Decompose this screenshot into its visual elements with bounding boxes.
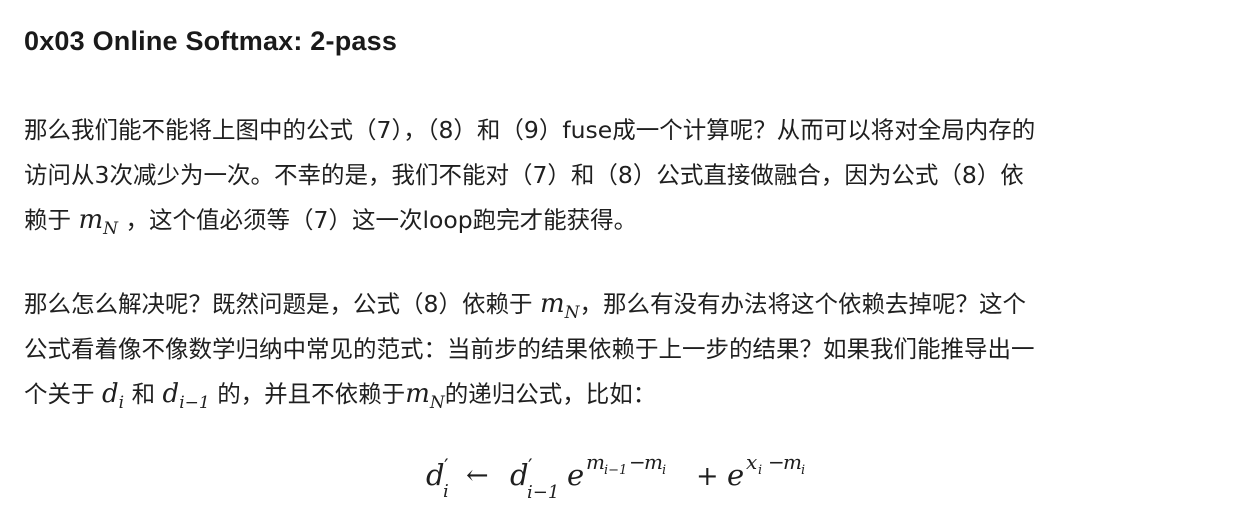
formula-lhs-prime: ′ bbox=[444, 454, 449, 478]
math-var: d bbox=[101, 379, 119, 409]
math-m-n: mN bbox=[539, 289, 580, 322]
formula-lhs-var: d bbox=[426, 458, 445, 492]
math-m-n: mN bbox=[78, 205, 118, 238]
paragraph-2-line-1: 那么怎么解决呢？既然问题是，公式（8）依赖于 mN，那么有没有办法将这个依赖去掉… bbox=[24, 282, 1239, 327]
math-var: m bbox=[405, 379, 430, 409]
recursive-formula: d ′ i ← d ′ i−1 e m i−1 − m i + e x i − … bbox=[24, 440, 1239, 520]
text-segment: 的，并且不依赖于 bbox=[217, 380, 406, 408]
text-segment: ，那么有没有办法将这个依赖去掉呢？这个 bbox=[579, 290, 1026, 318]
math-sub: N bbox=[564, 303, 580, 323]
math-d-i-minus-1: di−1 bbox=[162, 379, 210, 412]
formula-rhs-sub: i−1 bbox=[527, 482, 559, 503]
formula-exp1-a: m bbox=[586, 450, 605, 474]
formula-exp2-a-sub: i bbox=[758, 463, 762, 478]
math-sub: N bbox=[429, 393, 445, 413]
text-segment: ，这个值必须等（7）这一次loop跑完才能获得。 bbox=[125, 206, 638, 234]
text-segment: 和 bbox=[131, 380, 156, 408]
formula-lhs-sub: i bbox=[443, 481, 449, 502]
formula-exp-base-2: e bbox=[727, 458, 744, 492]
text-segment: 那么怎么解决呢？既然问题是，公式（8）依赖于 bbox=[24, 290, 533, 318]
formula-arrow: ← bbox=[466, 460, 489, 491]
paragraph-2: 那么怎么解决呢？既然问题是，公式（8）依赖于 mN，那么有没有办法将这个依赖去掉… bbox=[24, 282, 1239, 417]
math-d-i: di bbox=[101, 379, 124, 412]
paragraph-1-line-3: 赖于 mN ，这个值必须等（7）这一次loop跑完才能获得。 bbox=[24, 198, 1239, 243]
paragraph-1: 那么我们能不能将上图中的公式（7），（8）和（9）fuse成一个计算呢？从而可以… bbox=[24, 108, 1239, 243]
section-title: 0x03 Online Softmax: 2-pass bbox=[24, 26, 398, 56]
formula-plus: + bbox=[696, 461, 719, 492]
math-var: m bbox=[78, 205, 104, 235]
math-m-n: mN bbox=[405, 379, 445, 412]
formula-exp2-b-sub: i bbox=[801, 463, 805, 478]
paragraph-2-line-3: 个关于 di 和 di−1 的，并且不依赖于mN的递归公式，比如： bbox=[24, 372, 1239, 417]
formula-rhs-var: d bbox=[510, 458, 529, 492]
formula-exp-base-1: e bbox=[567, 458, 584, 492]
formula-exp1-b: m bbox=[644, 450, 663, 474]
math-var: d bbox=[162, 379, 180, 409]
formula-exp1-b-sub: i bbox=[662, 463, 666, 478]
formula-svg: d ′ i ← d ′ i−1 e m i−1 − m i + e x i − … bbox=[426, 450, 805, 503]
math-sub: N bbox=[103, 219, 119, 239]
formula-exp1-a-sub: i−1 bbox=[604, 463, 627, 478]
math-var: m bbox=[539, 289, 565, 319]
math-sub: i−1 bbox=[179, 393, 210, 413]
formula-exp2-a: x bbox=[746, 450, 757, 474]
text-segment: 的递归公式，比如： bbox=[444, 380, 657, 408]
paragraph-1-line-1: 那么我们能不能将上图中的公式（7），（8）和（9）fuse成一个计算呢？从而可以… bbox=[24, 116, 1036, 144]
paragraph-2-line-2: 公式看着像不像数学归纳中常见的范式：当前步的结果依赖于上一步的结果？如果我们能推… bbox=[24, 335, 1035, 363]
formula-exp2-b: m bbox=[783, 450, 802, 474]
formula-rhs-prime: ′ bbox=[528, 454, 533, 478]
math-sub: i bbox=[118, 393, 125, 413]
text-segment: 个关于 bbox=[24, 380, 95, 408]
paragraph-1-line-2: 访问从3次减少为一次。不幸的是，我们不能对（7）和（8）公式直接做融合，因为公式… bbox=[24, 161, 1024, 189]
text-segment: 赖于 bbox=[24, 206, 71, 234]
